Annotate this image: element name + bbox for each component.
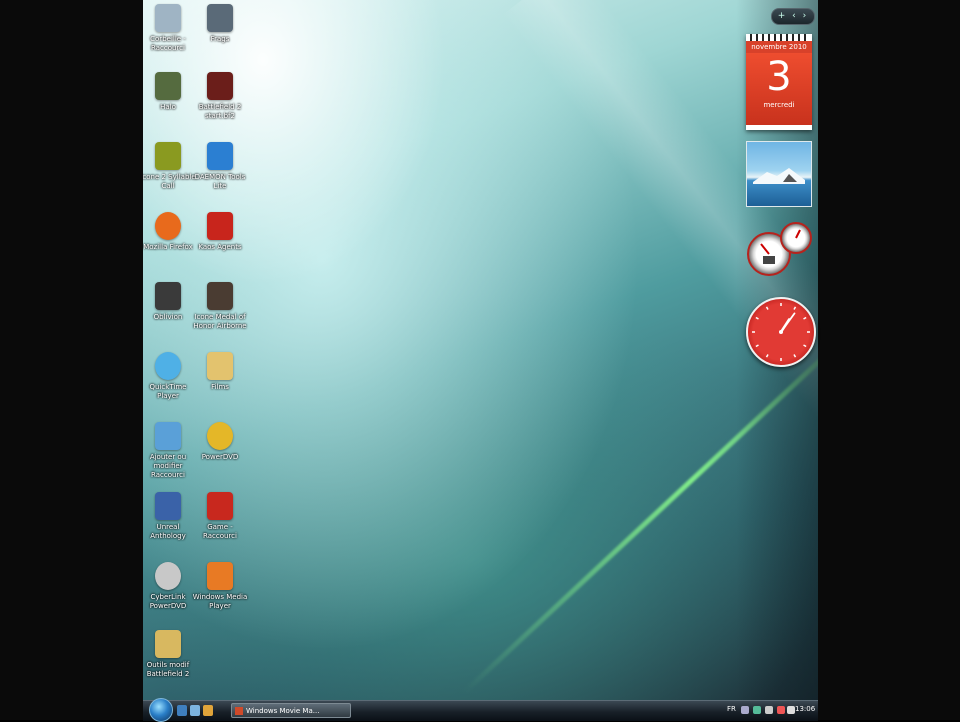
calendar-month: novembre 2010 [746,41,812,53]
volume-icon[interactable] [787,706,795,714]
cyberlink-icon [155,562,181,590]
disc-icon [207,422,233,450]
desktop-wallpaper: Corbeille - Raccourci Frags Halo Battlef… [143,0,818,700]
alert-icon[interactable] [777,706,785,714]
desktop-icon-syllable[interactable]: Icone 2 Syllable Call [143,142,197,191]
calendar-weekday: mercredi [763,101,795,109]
oblivion-icon [155,282,181,310]
desktop-icon-films[interactable]: Films [191,352,249,392]
clock-tick [803,316,807,320]
desktop-icon-game[interactable]: Game - Raccourci [191,492,249,541]
calendar-page: 3 mercredi [746,53,812,125]
desktop-icon-unreal[interactable]: Unreal Anthology [143,492,197,541]
desktop-icon-firefox[interactable]: Mozilla Firefox [143,212,197,252]
calendar-gadget[interactable]: novembre 2010 3 mercredi [746,34,812,130]
desktop-icon-quicktime[interactable]: QuickTime Player [143,352,197,401]
clock-tick [803,344,807,348]
gadget-controls[interactable]: + ‹ › [771,8,815,25]
calendar-rings [750,34,808,41]
recycle-bin-icon [155,4,181,32]
clock-minute-hand [780,312,796,333]
desktop-icon-battlefield[interactable]: Battlefield 2 start.bf2 [191,72,249,121]
folder-icon [155,630,181,658]
desktop-icon-cyberlink[interactable]: CyberLink PowerDVD [143,562,197,611]
clock-tick [793,306,797,310]
desktop-icon-oblivion[interactable]: Oblivion [143,282,197,322]
language-indicator[interactable]: FR [727,705,736,713]
battlefield-icon [207,72,233,100]
desktop-icon-powerdvd[interactable]: PowerDVD [191,422,249,462]
game-icon [155,142,181,170]
show-desktop-icon[interactable] [177,705,187,716]
unreal-icon [155,492,181,520]
switch-windows-icon[interactable] [190,705,200,716]
landscape-image [753,168,805,184]
clock-tick [755,316,759,320]
folder-icon [207,352,233,380]
usb-icon[interactable] [765,706,773,714]
firefox-icon [155,212,181,240]
task-label: Windows Movie Ma... [246,707,320,715]
taskbar-window-movie-maker[interactable]: Windows Movie Ma... [231,703,351,718]
clock-tick [765,354,769,358]
taskbar: Windows Movie Ma... FR 13:06 [143,698,818,722]
desktop-icon-halo[interactable]: Halo [143,72,197,112]
movie-maker-icon [235,707,243,715]
memory-meter-icon [795,229,801,239]
clock-tick [793,354,797,358]
left-letterbox [0,0,143,720]
kaos-agents-icon [207,212,233,240]
desktop-icon-recycle-bin[interactable]: Corbeille - Raccourci [143,4,197,53]
network-icon[interactable] [741,706,749,714]
start-button[interactable] [149,698,173,722]
clock-face [746,297,816,367]
shortcut-icon [155,422,181,450]
clock-tick [755,344,759,348]
right-letterbox [818,0,960,720]
clock-gadget[interactable] [746,297,816,381]
slideshow-gadget[interactable] [746,141,812,207]
taskbar-clock[interactable]: 13:06 [795,705,815,713]
calendar-day: 3 [766,54,792,100]
clock-hands [752,303,810,361]
daemon-tools-icon [207,142,233,170]
desktop-icon-medal-of-honor[interactable]: Icone Medal of Honor Airborne [191,282,249,331]
explorer-icon[interactable] [203,705,213,716]
game-shortcut-icon [207,492,233,520]
security-icon[interactable] [753,706,761,714]
desktop-icon-bf2-tools[interactable]: Outils modif Battlefield 2 [143,630,197,679]
desktop-icon-daemon-tools[interactable]: DAEMON Tools Lite [191,142,249,191]
clock-tick [765,306,769,310]
desktop-icon-media-player[interactable]: Windows Media Player [191,562,249,611]
medal-of-honor-icon [207,282,233,310]
desktop-icon-kaos-agents[interactable]: Kaos Agents [191,212,249,252]
desktop-icon-modify-shortcut[interactable]: Ajouter ou modifier Raccourci [143,422,197,480]
media-player-icon [207,562,233,590]
clock-center [779,330,783,334]
quicktime-icon [155,352,181,380]
memory-meter-gadget[interactable] [780,222,812,254]
desktop-icon-frags[interactable]: Frags [191,4,249,44]
computer-icon [207,4,233,32]
halo-icon [155,72,181,100]
